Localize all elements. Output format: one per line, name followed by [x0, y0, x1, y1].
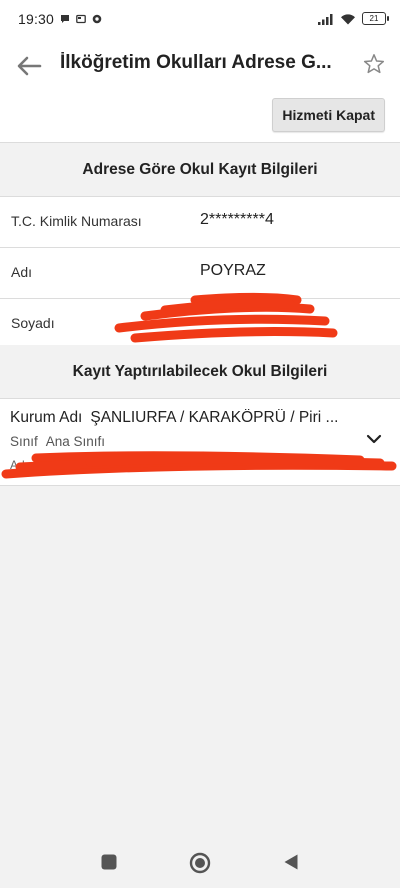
system-navigation-bar: [0, 838, 400, 888]
status-right: 21: [318, 12, 389, 25]
wifi-icon: [341, 13, 355, 24]
action-toolbar: Hizmeti Kapat: [0, 92, 400, 143]
info-row-tc: T.C. Kimlik Numarası 2*********4: [0, 197, 400, 248]
info-label: Adı: [11, 264, 33, 280]
close-service-button[interactable]: Hizmeti Kapat: [272, 98, 385, 132]
sinif-label: Sınıf: [10, 434, 38, 449]
signal-icon: [318, 13, 333, 25]
info-label: Soyadı: [11, 315, 55, 331]
back-nav-icon[interactable]: [282, 853, 300, 871]
screen-icon: [76, 14, 86, 24]
redaction-scribble-address: [1, 451, 397, 479]
info-value: 2*********4: [200, 211, 274, 228]
kurum-value: ŞANLIURFA / KARAKÖPRÜ / Piri ...: [90, 409, 339, 426]
message-icon: [61, 15, 70, 23]
school-name-line: Kurum Adı ŞANLIURFA / KARAKÖPRÜ / Piri ..…: [10, 409, 355, 427]
home-icon[interactable]: [189, 852, 211, 874]
arrow-left-icon[interactable]: [14, 52, 44, 80]
redaction-scribble-surname: [114, 292, 338, 343]
registration-section-title: Adrese Göre Okul Kayıt Bilgileri: [0, 143, 400, 197]
status-time: 19:30: [18, 11, 55, 27]
info-value: POYRAZ: [200, 262, 266, 279]
status-left: 19:30: [18, 11, 102, 27]
recent-apps-icon[interactable]: [100, 853, 118, 871]
battery-icon: 21: [362, 12, 389, 25]
status-bar: 19:30 21: [0, 0, 400, 40]
page-title: İlköğretim Okulları Adrese G...: [60, 52, 332, 73]
class-line: Sınıf Ana Sınıfı: [10, 434, 105, 449]
school-section-title: Kayıt Yaptırılabilecek Okul Bilgileri: [0, 345, 400, 399]
star-outline-icon[interactable]: [362, 52, 386, 76]
chevron-down-icon[interactable]: [366, 433, 382, 445]
chrome-icon: [92, 14, 102, 24]
sinif-value: Ana Sınıfı: [45, 434, 106, 449]
info-label: T.C. Kimlik Numarası: [11, 213, 142, 229]
kurum-label: Kurum Adı: [10, 409, 83, 426]
app-bar: İlköğretim Okulları Adrese G...: [0, 40, 400, 93]
